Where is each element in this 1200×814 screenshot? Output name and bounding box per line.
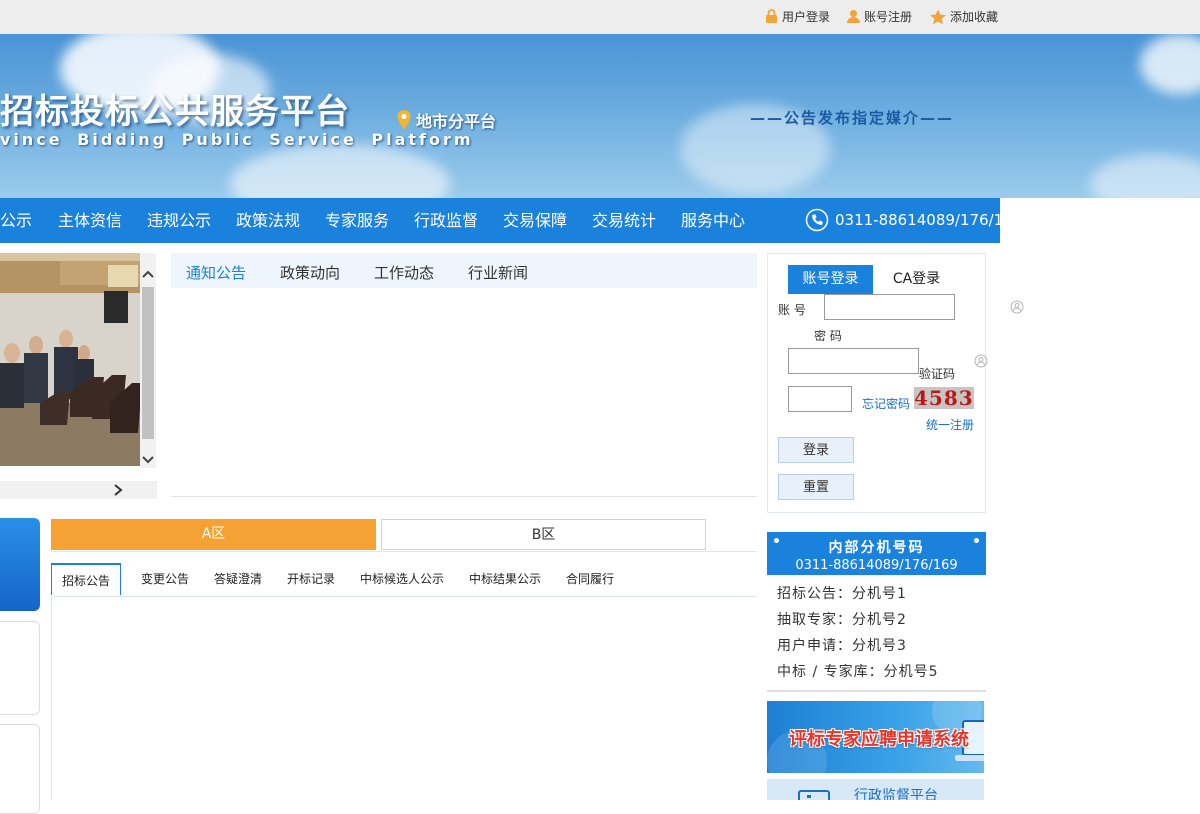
tab-notice[interactable]: 通知公告 — [186, 262, 246, 283]
extension-item: 用户申请：分机号3 — [777, 638, 907, 654]
extension-item: 中标 / 专家库：分机号5 — [777, 664, 939, 680]
extension-header: 内部分机号码 0311-88614089/176/169 — [767, 532, 986, 575]
nav-item-service[interactable]: 服务中心 — [681, 198, 745, 243]
monitor-icon — [798, 790, 830, 800]
hotline: 0311-88614089/176/169 — [805, 208, 1022, 232]
extension-item: 抽取专家：分机号2 — [777, 612, 907, 628]
nav-item-statistics[interactable]: 交易统计 — [592, 198, 656, 243]
phone-icon — [805, 208, 829, 232]
tab-change-announcement[interactable]: 变更公告 — [141, 563, 189, 596]
photo-navigation — [0, 481, 157, 499]
tab-ca-login[interactable]: CA登录 — [879, 265, 954, 294]
side-card[interactable] — [0, 621, 40, 715]
zone-divider — [51, 551, 757, 552]
login-button[interactable]: 登录 — [778, 437, 854, 463]
extension-divider — [767, 690, 986, 692]
user-login-label: 用户登录 — [782, 10, 831, 24]
account-label: 账 号 — [778, 303, 806, 317]
reset-button[interactable]: 重置 — [778, 474, 854, 500]
add-favorite-link[interactable]: 添加收藏 — [929, 8, 998, 25]
unified-register-link[interactable]: 统一注册 — [926, 416, 974, 433]
site-title-en: vince Bidding Public Service Platform — [0, 130, 474, 149]
user-icon — [847, 10, 860, 23]
extension-phone: 0311-88614089/176/169 — [795, 558, 958, 573]
chevron-up-icon[interactable] — [140, 266, 156, 282]
tab-clarification[interactable]: 答疑澄清 — [214, 563, 262, 596]
tab-bid-announcement[interactable]: 招标公告 — [51, 563, 122, 595]
forgot-password-link[interactable]: 忘记密码 — [862, 395, 910, 412]
zone-a-tab[interactable]: A区 — [51, 519, 376, 550]
banner-cloud — [1090, 154, 1200, 198]
banner-cloud — [230, 144, 450, 198]
account-input[interactable] — [824, 294, 955, 320]
admin-supervision-banner[interactable]: 行政监督平台 — [767, 779, 984, 800]
notice-tabs: 通知公告 政策动向 工作动态 行业新闻 — [171, 253, 757, 288]
top-utility-bar: 用户登录 账号注册 添加收藏 — [0, 0, 1200, 34]
site-title-cn: 招标投标公共服务平台 — [0, 92, 350, 132]
nav-item-guarantee[interactable]: 交易保障 — [503, 198, 567, 243]
tab-account-login[interactable]: 账号登录 — [788, 265, 873, 294]
banner-cloud — [1140, 34, 1200, 94]
chevron-right-icon[interactable] — [112, 482, 124, 498]
photo-scrollbar[interactable] — [140, 253, 156, 468]
admin-banner-text: 行政监督平台 — [854, 788, 938, 800]
user-circle-icon — [974, 354, 988, 368]
nav-item-supervision[interactable]: 行政监督 — [414, 198, 478, 243]
nav-item-credit[interactable]: 主体资信 — [58, 198, 122, 243]
announcement-tabs: 招标公告 变更公告 答疑澄清 开标记录 中标候选人公示 中标结果公示 合同履行 — [51, 563, 757, 597]
zone-b-tab[interactable]: B区 — [381, 519, 706, 550]
sub-platform-label: 地市分平台 — [416, 112, 497, 131]
header-banner: 招标投标公共服务平台 vince Bidding Public Service … — [0, 34, 1200, 198]
expert-application-banner[interactable]: 评标专家应聘申请系统 — [767, 701, 984, 773]
meeting-photo-image — [0, 253, 140, 466]
captcha-label: 验证码 — [919, 367, 956, 381]
tab-policy-trend[interactable]: 政策动向 — [280, 262, 340, 283]
login-panel: 账号登录 CA登录 账 号 密 码 验证码 忘记密码 4583 统一注册 登录 … — [767, 253, 986, 513]
tab-work-news[interactable]: 工作动态 — [374, 262, 434, 283]
extension-item: 招标公告：分机号1 — [777, 586, 907, 602]
expert-banner-text: 评标专家应聘申请系统 — [789, 729, 969, 750]
password-label: 密 码 — [814, 329, 842, 343]
media-slogan: ——公告发布指定媒介—— — [750, 109, 955, 127]
extension-title: 内部分机号码 — [828, 540, 925, 556]
notice-divider — [171, 496, 757, 497]
tab-opening-record[interactable]: 开标记录 — [287, 563, 335, 596]
account-register-label: 账号注册 — [864, 10, 913, 24]
tab-candidate-publicity[interactable]: 中标候选人公示 — [360, 563, 444, 596]
tab-result-publicity[interactable]: 中标结果公示 — [469, 563, 541, 596]
side-card[interactable] — [0, 724, 40, 814]
scrollbar-thumb[interactable] — [142, 287, 154, 439]
decor-dot — [774, 538, 779, 543]
nav-item-violation[interactable]: 违规公示 — [147, 198, 211, 243]
nav-item-expert[interactable]: 专家服务 — [325, 198, 389, 243]
side-card-active[interactable] — [0, 518, 40, 611]
captcha-input[interactable] — [788, 386, 852, 412]
password-input[interactable] — [788, 348, 919, 374]
main-nav: 公示 主体资信 违规公示 政策法规 专家服务 行政监督 交易保障 交易统计 服务… — [0, 198, 1022, 243]
account-register-link[interactable]: 账号注册 — [846, 8, 912, 25]
tab-industry-news[interactable]: 行业新闻 — [468, 262, 528, 283]
decor-dot — [974, 538, 979, 543]
nav-item-policy[interactable]: 政策法规 — [236, 198, 300, 243]
tab-contract-performance[interactable]: 合同履行 — [566, 563, 614, 596]
lock-icon — [766, 9, 777, 23]
add-favorite-label: 添加收藏 — [950, 10, 999, 24]
sub-platform-link[interactable]: 地市分平台 — [396, 108, 496, 132]
chevron-down-icon[interactable] — [140, 452, 156, 468]
user-login-link[interactable]: 用户登录 — [764, 8, 830, 25]
captcha-image[interactable]: 4583 — [914, 387, 974, 409]
location-pin-icon — [397, 110, 411, 130]
announcement-content-border — [51, 596, 52, 800]
nav-item-gongshi[interactable]: 公示 — [0, 198, 32, 243]
star-icon — [930, 9, 946, 24]
news-photo[interactable] — [0, 253, 140, 466]
user-circle-icon — [1010, 300, 1024, 314]
hotline-number: 0311-88614089/176/169 — [835, 211, 1023, 229]
